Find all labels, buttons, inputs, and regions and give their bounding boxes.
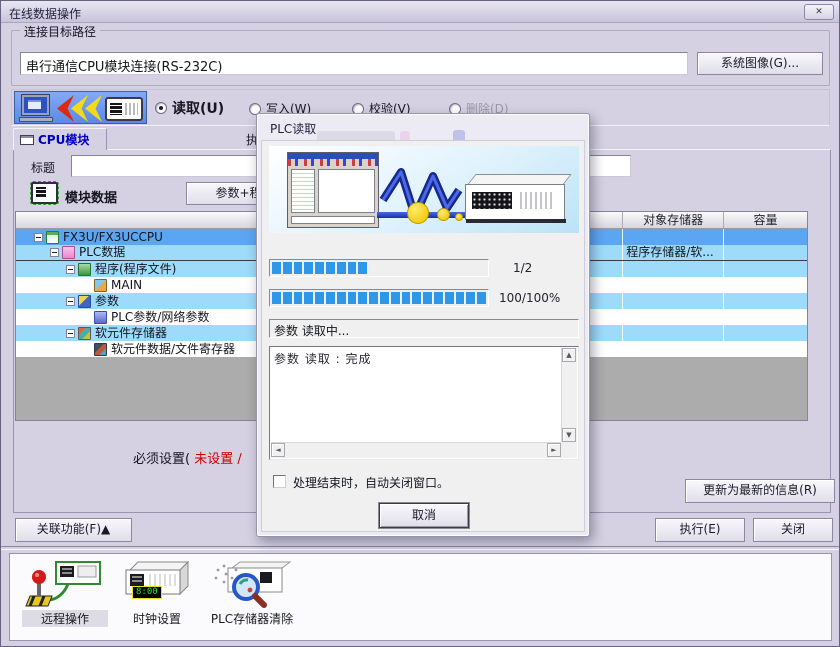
scroll-up-icon[interactable]: ▲: [562, 348, 576, 362]
status-field: 参数 读取中...: [269, 319, 579, 338]
scroll-left-icon[interactable]: ◄: [271, 443, 285, 457]
module-data-label: 模块数据: [65, 187, 117, 206]
collapse-icon[interactable]: [34, 233, 43, 242]
scroll-right-icon[interactable]: ►: [547, 443, 561, 457]
online-data-operation-window: 在线数据操作 ✕ 连接目标路径 串行通信CPU模块连接(RS-232C) 系统图…: [0, 0, 840, 647]
separator: [1, 546, 840, 550]
radio-read[interactable]: 读取(U): [155, 98, 224, 118]
program-icon: [78, 263, 91, 276]
col-capacity: 容量: [724, 212, 807, 228]
close-icon[interactable]: ✕: [804, 4, 834, 20]
progress-bar-percent: [269, 289, 489, 307]
cpu-module-tab-icon: [20, 135, 34, 145]
tab-cpu-module-label: CPU模块: [38, 131, 89, 148]
required-setting-note: 必须设置( 未设置 /: [133, 448, 242, 467]
row-label: PLC参数/网络参数: [111, 310, 209, 325]
col-memory: 对象存储器: [623, 212, 724, 228]
tab-cpu-module[interactable]: CPU模块: [13, 128, 107, 150]
related-functions-button[interactable]: 关联功能(F)▲: [15, 518, 132, 542]
radio-read-label: 读取(U): [172, 98, 224, 118]
dialog-title: PLC读取: [270, 120, 316, 137]
device-memory-icon: [78, 327, 91, 340]
row-label: PLC数据: [79, 245, 125, 260]
clock-setting-button[interactable]: 8:00 时钟设置: [114, 560, 200, 636]
program-file-icon: [94, 279, 107, 292]
log-text: 参数 读取 : 完成: [274, 350, 372, 367]
plc-device-icon: [465, 184, 565, 220]
auto-close-label: 处理结束时，自动关闭窗口。: [293, 474, 449, 491]
computer-base: [19, 117, 53, 122]
signal-dot-icon: [455, 213, 463, 221]
transfer-illustration: [269, 146, 579, 233]
parameter-icon: [78, 295, 91, 308]
cpu-node-icon: [46, 231, 59, 244]
title-label: 标题: [31, 159, 55, 176]
clock-setting-label: 时钟设置: [114, 610, 200, 627]
log-area[interactable]: 参数 读取 : 完成 ▲ ▼ ◄ ►: [269, 346, 579, 460]
plc-memory-clear-button[interactable]: PLC存储器清除: [202, 560, 302, 636]
software-window-icon: [287, 152, 379, 228]
connection-path-field[interactable]: 串行通信CPU模块连接(RS-232C): [20, 52, 688, 75]
horizontal-scrollbar[interactable]: ◄ ►: [271, 442, 561, 458]
row-label: 软元件存储器: [95, 326, 167, 341]
row-label: 参数: [95, 294, 119, 309]
read-direction-icon: [14, 91, 147, 124]
clock-setting-icon: [114, 560, 200, 608]
auto-close-checkbox[interactable]: [273, 475, 286, 488]
module-data-icon: [31, 182, 58, 204]
plc-memory-clear-icon: [202, 560, 302, 608]
window-title: 在线数据操作: [9, 5, 81, 22]
radio-read-dot: [155, 102, 167, 114]
execute-button[interactable]: 执行(E): [655, 518, 745, 542]
plc-network-param-icon: [94, 311, 107, 324]
arrow-left-yellow-icon: [85, 95, 102, 122]
row-label: FX3U/FX3UCCPU: [63, 230, 163, 245]
plc-data-icon: [62, 246, 75, 259]
remote-operation-icon: [22, 560, 108, 608]
scrollbar-corner: [561, 442, 577, 458]
row-label: MAIN: [111, 278, 142, 293]
plc-memory-clear-label: PLC存储器清除: [202, 610, 302, 627]
note-slash: /: [237, 452, 241, 467]
connection-path-label: 连接目标路径: [20, 23, 100, 40]
collapse-icon[interactable]: [66, 329, 75, 338]
note-unset: 未设置: [194, 452, 233, 467]
connection-path-group: 连接目标路径 串行通信CPU模块连接(RS-232C) 系统图像(G)...: [11, 30, 830, 86]
computer-icon: [22, 95, 49, 115]
close-button[interactable]: 关闭: [753, 518, 833, 542]
remote-operation-button[interactable]: 远程操作: [22, 560, 108, 636]
row-label: 软元件数据/文件寄存器: [111, 342, 235, 357]
collapse-icon[interactable]: [66, 297, 75, 306]
related-functions-panel: 远程操作 8:00 时钟设置: [9, 553, 832, 641]
plc-module-icon: [105, 97, 143, 121]
collapse-icon[interactable]: [66, 265, 75, 274]
progress-percent-label: 100/100%: [499, 291, 560, 305]
device-data-icon: [94, 343, 107, 356]
row-label: 程序(程序文件): [95, 262, 176, 277]
progress-files-label: 1/2: [513, 261, 532, 275]
signal-dot-icon: [407, 202, 429, 224]
system-image-button[interactable]: 系统图像(G)...: [697, 52, 823, 75]
scroll-down-icon[interactable]: ▼: [562, 428, 576, 442]
collapse-icon[interactable]: [50, 248, 59, 257]
signal-dot-icon: [437, 208, 450, 221]
note-prefix: 必须设置(: [133, 452, 190, 467]
progress-bar-files: [269, 259, 489, 277]
clock-badge: 8:00: [132, 586, 162, 599]
refresh-button[interactable]: 更新为最新的信息(R): [685, 479, 835, 503]
window-titlebar: 在线数据操作 ✕: [1, 1, 839, 23]
cancel-button[interactable]: 取消: [379, 503, 469, 528]
plc-read-dialog: PLC读取 1/2 100/100%: [256, 113, 590, 537]
vertical-scrollbar[interactable]: ▲ ▼: [561, 348, 577, 442]
remote-operation-label: 远程操作: [22, 610, 108, 627]
